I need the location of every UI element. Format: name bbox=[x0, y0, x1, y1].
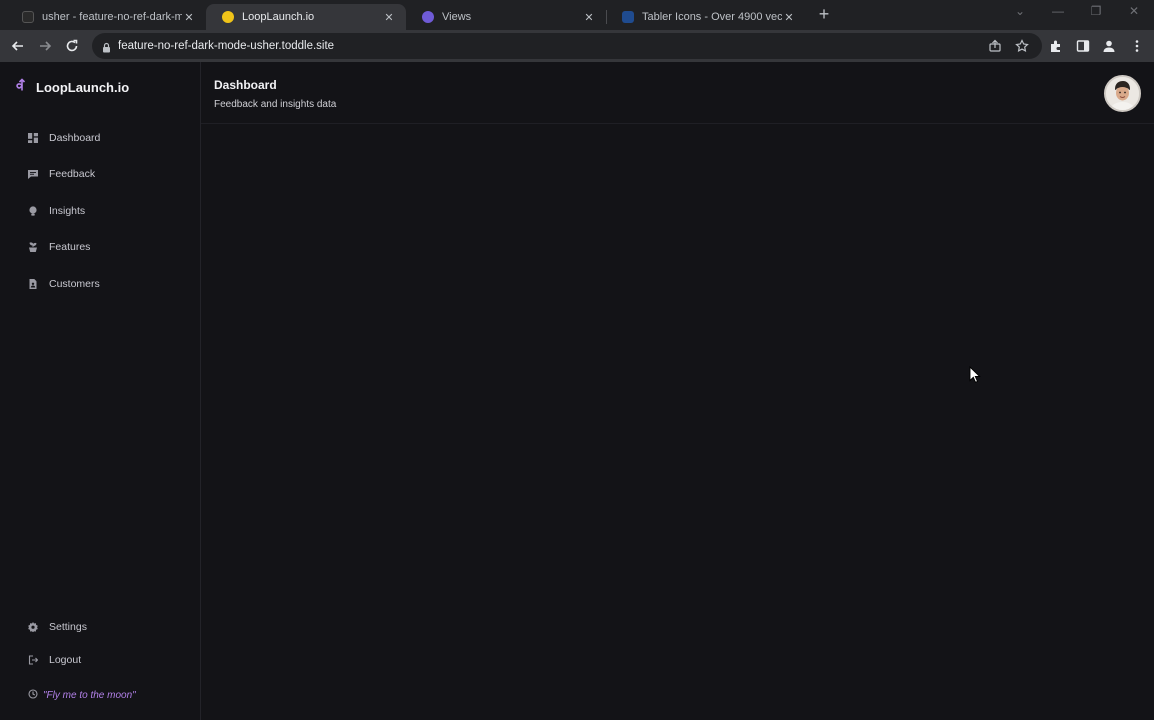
page-title: Dashboard bbox=[214, 78, 277, 92]
views-favicon-icon bbox=[422, 11, 434, 23]
file-user-icon bbox=[28, 279, 38, 289]
browser-tab-views[interactable]: Views ✕ bbox=[406, 4, 606, 30]
bookmark-star-icon[interactable] bbox=[1015, 39, 1029, 53]
brand[interactable]: LoopLaunch.io bbox=[14, 77, 129, 98]
window-close-icon[interactable]: ✕ bbox=[1126, 4, 1142, 18]
reload-icon[interactable] bbox=[63, 37, 81, 55]
back-icon[interactable] bbox=[9, 37, 27, 55]
loop-logo-icon bbox=[14, 77, 28, 98]
close-tab-icon[interactable]: ✕ bbox=[382, 10, 396, 24]
avatar[interactable] bbox=[1104, 75, 1141, 112]
tab-title: usher - feature-no-ref-dark-mode bbox=[42, 11, 182, 23]
side-panel-icon[interactable] bbox=[1076, 39, 1090, 53]
page-subtitle: Feedback and insights data bbox=[214, 99, 337, 110]
url-text: feature-no-ref-dark-mode-usher.toddle.si… bbox=[118, 40, 335, 52]
restore-icon[interactable]: ❐ bbox=[1088, 4, 1104, 18]
plant-icon bbox=[28, 242, 38, 252]
sidebar-item-features[interactable]: Features bbox=[28, 238, 90, 256]
sidebar-item-label: Logout bbox=[49, 654, 82, 666]
lock-icon[interactable] bbox=[102, 40, 111, 58]
address-bar[interactable]: feature-no-ref-dark-mode-usher.toddle.si… bbox=[92, 33, 1042, 59]
layout-dashboard-icon bbox=[28, 133, 38, 143]
mouse-cursor-icon bbox=[969, 365, 981, 389]
share-icon[interactable] bbox=[988, 39, 1002, 53]
browser-tab-looplaunch[interactable]: LoopLaunch.io ✕ bbox=[206, 4, 406, 30]
logout-icon bbox=[28, 655, 38, 665]
moon-quote[interactable]: "Fly me to the moon" bbox=[28, 686, 136, 704]
emoji-favicon-icon bbox=[222, 11, 234, 23]
browser-tab-tabler[interactable]: Tabler Icons - Over 4900 vector ✕ bbox=[606, 4, 806, 30]
tab-search-icon[interactable]: ⌄ bbox=[1012, 4, 1028, 18]
tabler-favicon-icon bbox=[622, 11, 634, 23]
sidebar-item-insights[interactable]: Insights bbox=[28, 202, 85, 220]
bulb-icon bbox=[28, 206, 38, 216]
sidebar-item-logout[interactable]: Logout bbox=[28, 651, 81, 669]
toddle-favicon-icon bbox=[22, 11, 34, 23]
sidebar-item-customers[interactable]: Customers bbox=[28, 275, 100, 293]
new-tab-icon[interactable]: + bbox=[816, 5, 832, 23]
sidebar-item-label: Features bbox=[49, 241, 91, 253]
sidebar-item-feedback[interactable]: Feedback bbox=[28, 165, 95, 183]
sidebar-item-settings[interactable]: Settings bbox=[28, 618, 87, 636]
sidebar-item-label: Customers bbox=[49, 278, 100, 290]
tab-title: LoopLaunch.io bbox=[242, 11, 315, 23]
page-header: Dashboard Feedback and insights data bbox=[201, 62, 1154, 124]
moon-clock-icon bbox=[28, 686, 38, 704]
close-tab-icon[interactable]: ✕ bbox=[182, 10, 196, 24]
minimize-icon[interactable]: — bbox=[1050, 4, 1066, 18]
profile-icon[interactable] bbox=[1102, 39, 1116, 53]
sidebar-item-label: Insights bbox=[49, 205, 86, 217]
sidebar-item-label: Dashboard bbox=[49, 132, 101, 144]
main-content bbox=[201, 124, 1154, 720]
gear-icon bbox=[28, 622, 38, 632]
browser-toolbar: feature-no-ref-dark-mode-usher.toddle.si… bbox=[0, 30, 1154, 62]
sidebar: LoopLaunch.io Dashboard Feedback Insight… bbox=[0, 62, 201, 720]
sidebar-item-dashboard[interactable]: Dashboard bbox=[28, 129, 100, 147]
forward-icon[interactable] bbox=[36, 37, 54, 55]
browser-tab-bar: usher - feature-no-ref-dark-mode ✕ LoopL… bbox=[0, 0, 1154, 30]
browser-menu-icon[interactable] bbox=[1130, 39, 1144, 53]
quote-text: "Fly me to the moon" bbox=[43, 689, 136, 701]
sidebar-item-label: Feedback bbox=[49, 168, 96, 180]
message-icon bbox=[28, 169, 38, 179]
sidebar-item-label: Settings bbox=[49, 621, 87, 633]
tab-title: Tabler Icons - Over 4900 vector bbox=[642, 11, 782, 23]
brand-name: LoopLaunch.io bbox=[36, 80, 130, 95]
extensions-icon[interactable] bbox=[1049, 39, 1063, 53]
close-tab-icon[interactable]: ✕ bbox=[582, 10, 596, 24]
app-root: LoopLaunch.io Dashboard Feedback Insight… bbox=[0, 62, 1154, 720]
close-tab-icon[interactable]: ✕ bbox=[782, 10, 796, 24]
browser-tab-usher[interactable]: usher - feature-no-ref-dark-mode ✕ bbox=[6, 4, 206, 30]
tab-title: Views bbox=[442, 11, 472, 23]
